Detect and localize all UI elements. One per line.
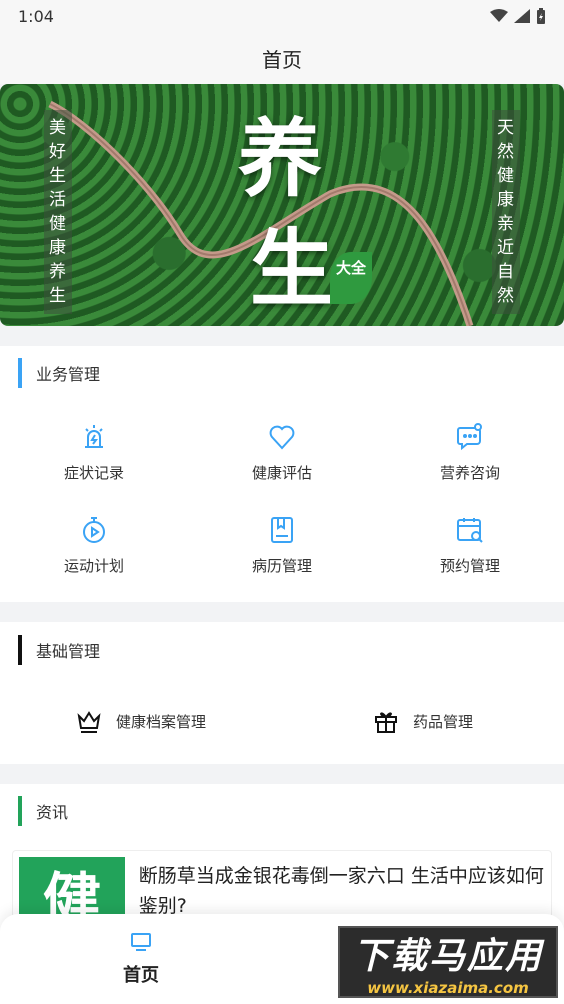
grid-item-label: 症状记录 bbox=[63, 464, 124, 482]
health-assessment-button[interactable]: 健康评估 bbox=[188, 406, 376, 499]
section-title: 资讯 bbox=[36, 803, 69, 822]
appointment-button[interactable]: 预约管理 bbox=[376, 499, 564, 592]
record-book-icon bbox=[271, 517, 293, 543]
alarm-icon bbox=[85, 425, 103, 448]
page-title: 首页 bbox=[262, 47, 302, 72]
app-bar: 首页 bbox=[0, 32, 564, 84]
battery-icon bbox=[537, 8, 545, 24]
status-icons bbox=[490, 8, 546, 24]
grid-item-label: 健康档案管理 bbox=[115, 712, 206, 731]
section-header: 业务管理 bbox=[0, 346, 564, 400]
gift-icon bbox=[374, 712, 397, 733]
banner-image[interactable]: 美好生活 健康养生 天然健康 亲近自然 养 生 大全 bbox=[0, 84, 564, 326]
basic-section: 基础管理 健康档案管理 药品管理 bbox=[0, 622, 564, 764]
banner-right-slogan: 天然健康 亲近自然 bbox=[492, 110, 520, 314]
grid-item-label: 健康评估 bbox=[251, 464, 312, 482]
exercise-plan-button[interactable]: 运动计划 bbox=[0, 499, 188, 592]
chat-icon bbox=[457, 423, 482, 451]
grid-item-label: 药品管理 bbox=[412, 712, 473, 731]
medicine-button[interactable]: 药品管理 bbox=[282, 678, 564, 764]
news-section: 资讯 健 断肠草当成金银花毒倒一家六口 生活中应该如何鉴别? bbox=[0, 784, 564, 934]
heart-icon bbox=[269, 425, 295, 450]
section-header: 基础管理 bbox=[0, 622, 564, 678]
signal-icon bbox=[514, 9, 530, 23]
section-accent-bar bbox=[18, 358, 22, 388]
section-header: 资讯 bbox=[0, 784, 564, 838]
crown-icon bbox=[77, 711, 101, 733]
banner-badge: 大全 bbox=[330, 252, 372, 304]
grid-item-label: 病历管理 bbox=[251, 557, 312, 575]
section-title: 基础管理 bbox=[36, 642, 101, 661]
banner-title-2: 生 bbox=[250, 219, 335, 318]
monitor-icon bbox=[131, 933, 151, 951]
tab-label: 首页 bbox=[123, 965, 159, 986]
tab-home[interactable]: 首页 bbox=[0, 914, 282, 1004]
health-archive-button[interactable]: 健康档案管理 bbox=[0, 678, 282, 764]
symptom-record-button[interactable]: 症状记录 bbox=[0, 406, 188, 499]
calendar-search-icon bbox=[457, 518, 483, 543]
watermark-main: 下载马应用 bbox=[352, 936, 543, 977]
business-section: 业务管理 症状记录 健康评估 营养咨询 运动计划 病历管理 预约管理 bbox=[0, 346, 564, 602]
grid-item-label: 营养咨询 bbox=[439, 464, 500, 482]
watermark-sub: www.xiazaima.com bbox=[367, 979, 529, 997]
wifi-icon bbox=[490, 9, 508, 22]
grid-item-label: 运动计划 bbox=[63, 557, 124, 575]
banner-left-slogan: 美好生活 健康养生 bbox=[44, 110, 72, 314]
business-grid: 症状记录 健康评估 营养咨询 运动计划 病历管理 预约管理 bbox=[0, 400, 564, 602]
section-title: 业务管理 bbox=[36, 365, 101, 384]
stopwatch-icon bbox=[83, 517, 105, 543]
nutrition-consult-button[interactable]: 营养咨询 bbox=[376, 406, 564, 499]
grid-item-label: 预约管理 bbox=[439, 557, 500, 575]
watermark-logo: 下载马应用 www.xiazaima.com bbox=[338, 926, 558, 998]
status-time: 1:04 bbox=[18, 6, 54, 26]
status-bar: 1:04 bbox=[0, 0, 564, 32]
section-accent-bar bbox=[18, 635, 22, 665]
medical-record-button[interactable]: 病历管理 bbox=[188, 499, 376, 592]
banner-title-1: 养 bbox=[238, 109, 323, 208]
basic-grid: 健康档案管理 药品管理 bbox=[0, 678, 564, 764]
section-accent-bar bbox=[18, 796, 22, 826]
